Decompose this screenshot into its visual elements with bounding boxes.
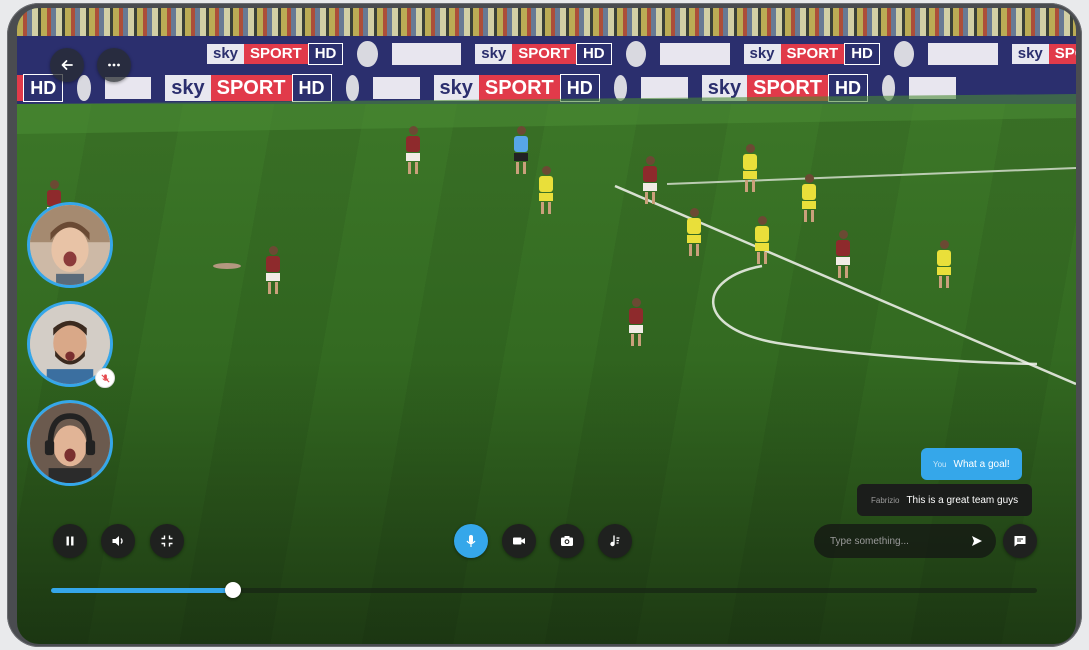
player-roma <box>836 230 850 278</box>
player-verona <box>539 166 553 214</box>
chat-toggle-button[interactable] <box>1003 524 1037 558</box>
participant-face-image <box>30 403 110 483</box>
send-icon[interactable] <box>970 534 984 548</box>
chat-message-input[interactable] <box>828 534 972 548</box>
playback-progress-fill <box>51 588 234 593</box>
message-sender: You <box>933 459 947 469</box>
player-roma <box>406 126 420 174</box>
music-note-icon <box>610 535 620 547</box>
fullscreen-exit-icon <box>161 535 173 547</box>
message-text: This is a great team guys <box>906 494 1019 506</box>
player-referee <box>514 126 528 174</box>
player-verona <box>802 174 816 222</box>
microphone-off-icon <box>100 373 110 383</box>
pause-icon <box>66 536 74 546</box>
chat-message-mine: You What a goal! <box>921 448 1022 480</box>
video-button[interactable] <box>502 524 536 558</box>
player-roma <box>643 156 657 204</box>
microphone-icon <box>466 535 476 547</box>
pause-button[interactable] <box>53 524 87 558</box>
chat-input-container <box>814 524 996 558</box>
effects-button[interactable] <box>598 524 632 558</box>
more-horizontal-icon <box>108 63 120 67</box>
volume-icon <box>112 536 123 546</box>
chat-message-other: Fabrizio This is a great team guys <box>857 484 1033 516</box>
player-roma <box>629 298 643 346</box>
message-text: What a goal! <box>953 458 1010 470</box>
more-options-button[interactable] <box>97 48 131 82</box>
back-button[interactable] <box>50 48 84 82</box>
participant-avatar-3[interactable] <box>27 400 113 486</box>
player-verona <box>755 216 769 264</box>
fullscreen-button[interactable] <box>150 524 184 558</box>
player-verona <box>743 144 757 192</box>
volume-button[interactable] <box>101 524 135 558</box>
video-camera-icon <box>513 537 525 545</box>
player-verona <box>937 240 951 288</box>
player-verona <box>687 208 701 256</box>
video-call-screen: skySPORTHDskySPORTHDskySPORTHDskySPORTHD… <box>17 8 1076 644</box>
participant-avatar-1[interactable] <box>27 202 113 288</box>
muted-badge <box>95 368 115 388</box>
back-arrow-icon <box>61 60 73 70</box>
photo-camera-icon <box>561 536 573 546</box>
photo-button[interactable] <box>550 524 584 558</box>
player-roma <box>266 246 280 294</box>
participant-face-image <box>30 205 110 285</box>
chat-bubble-icon <box>1014 536 1026 547</box>
message-sender: Fabrizio <box>871 495 900 505</box>
microphone-button[interactable] <box>454 524 488 558</box>
playback-progress-bar[interactable] <box>51 582 1037 598</box>
